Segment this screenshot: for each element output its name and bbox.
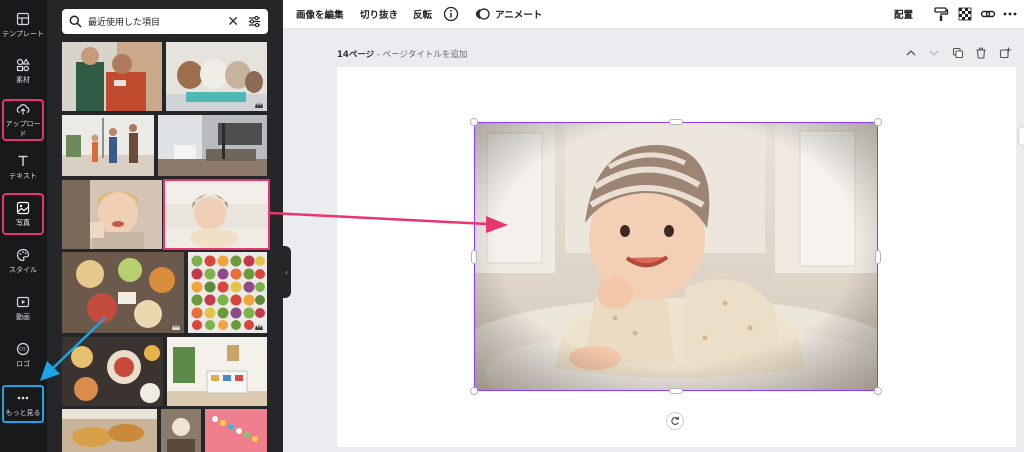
photo-thumbnail[interactable] [205,409,267,452]
photo-thumbnail[interactable] [62,337,163,406]
photo-baby-thumb [164,180,269,249]
chevron-up-icon[interactable] [905,47,917,59]
chevron-down-icon[interactable] [928,47,940,59]
photo-food-table [62,252,184,333]
edit-image-button[interactable]: 画像を編集 [296,7,344,21]
rail-logos[interactable]: CO. ロゴ [2,334,44,376]
chevron-left-icon: ‹ [284,267,289,277]
page-title-input[interactable]: ページタイトルを追加 [383,50,468,60]
rail-styles[interactable]: スタイル [2,240,44,282]
rail-label: アップロード [5,119,41,138]
more-icon [17,396,29,399]
upload-cloud-icon [16,103,30,114]
rail-photos[interactable]: 写真 [2,193,44,235]
context-toolbar: 画像を編集 切り抜き 反転 アニメート 配置 [283,0,1024,29]
resize-handle-bottom-left[interactable] [470,387,478,395]
search-icon [69,15,82,28]
resize-handle-bottom[interactable] [669,388,683,394]
rail-label: スタイル [9,265,37,274]
more-options-icon[interactable] [1002,6,1018,22]
rail-label: ロゴ [16,359,30,368]
rail-more[interactable]: もっと見る [2,385,44,423]
rotate-icon [671,416,680,425]
rail-videos[interactable]: 動画 [2,287,44,329]
photo-thumbnail[interactable] [167,337,267,406]
photos-panel: 最近使用した項目 ✕ [47,0,283,452]
photo-bread [62,409,157,452]
paint-roller-icon[interactable] [933,6,949,22]
search-bar[interactable]: 最近使用した項目 ✕ [62,9,268,34]
photo-kids-room [167,337,267,406]
animate-button[interactable]: アニメート [495,7,542,21]
premium-crown-icon [172,324,180,330]
duplicate-page-icon[interactable] [952,47,964,59]
photo-thumbnail[interactable] [62,409,157,452]
resize-handle-right[interactable] [875,250,881,264]
flip-button[interactable]: 反転 [413,7,432,21]
photo-thumbnail[interactable] [161,409,201,452]
resize-handle-bottom-right[interactable] [874,387,882,395]
position-button[interactable]: 配置 [894,7,913,21]
rail-label: 素材 [16,75,30,84]
photo-icon [16,201,30,214]
page-label: 14ページ - ページタイトルを追加 [337,48,467,60]
palette-icon [16,248,30,261]
rail-text[interactable]: テキスト [2,146,44,188]
resize-handle-left[interactable] [471,250,477,264]
photo-interior-room [158,115,267,176]
rail-label: テンプレート [2,29,44,38]
rail-upload[interactable]: アップロード [2,99,44,141]
photo-thumbnail[interactable] [62,115,154,176]
filter-sliders-icon[interactable] [248,15,261,28]
photo-thumbnail[interactable] [62,252,184,333]
photo-thumbnail[interactable] [166,42,267,111]
photo-family-living-room [62,115,154,176]
trash-icon[interactable] [975,47,987,59]
crop-button[interactable]: 切り抜き [360,7,398,21]
resize-handle-top-left[interactable] [470,118,478,126]
add-page-icon[interactable] [999,47,1011,59]
rail-label: テキスト [9,171,37,180]
photo-child-smiling [62,180,162,249]
page-number: 14ページ [337,50,375,60]
logo-icon: CO. [16,342,30,355]
text-icon [18,155,28,166]
rail-label: もっと見る [5,408,41,417]
rail-label: 写真 [16,218,30,227]
photo-kittens [166,42,267,111]
photo-beads [205,409,267,452]
photo-meal-plates [62,337,163,406]
photo-thumbnail[interactable] [62,180,162,249]
elements-icon [16,57,30,71]
rail-templates[interactable]: テンプレート [2,4,44,46]
photo-cooking [161,409,201,452]
template-icon [16,12,30,25]
rotate-button[interactable] [666,412,684,430]
link-icon[interactable] [980,6,996,22]
rail-label: 動画 [16,312,30,321]
video-icon [16,296,30,307]
premium-crown-icon [255,102,263,108]
photo-thumbnail[interactable] [188,252,267,333]
photo-thumbnail-selected[interactable] [163,179,270,250]
svg-text:CO.: CO. [19,346,26,351]
info-icon[interactable] [443,6,459,22]
selection-frame [474,122,878,391]
rail-elements[interactable]: 素材 [2,50,44,92]
premium-crown-icon [255,324,263,330]
photo-thumbnail[interactable] [62,42,162,111]
photo-men-embracing [62,42,162,111]
photo-thumbnail[interactable] [158,115,267,176]
transparency-icon[interactable] [957,6,973,22]
animate-icon [476,8,490,20]
search-input[interactable]: 最近使用した項目 [88,15,227,28]
left-rail: テンプレート 素材 アップロード テキスト 写真 スタイル 動画 CO. ロゴ … [0,0,47,452]
photo-fruit-grid [188,252,267,333]
resize-handle-top[interactable] [669,119,683,125]
resize-handle-top-right[interactable] [874,118,882,126]
page-separator: - [374,50,383,60]
page-edge-handle[interactable] [1018,126,1024,146]
collapse-panel-button[interactable]: ‹ [282,246,291,298]
close-icon[interactable]: ✕ [227,15,239,29]
